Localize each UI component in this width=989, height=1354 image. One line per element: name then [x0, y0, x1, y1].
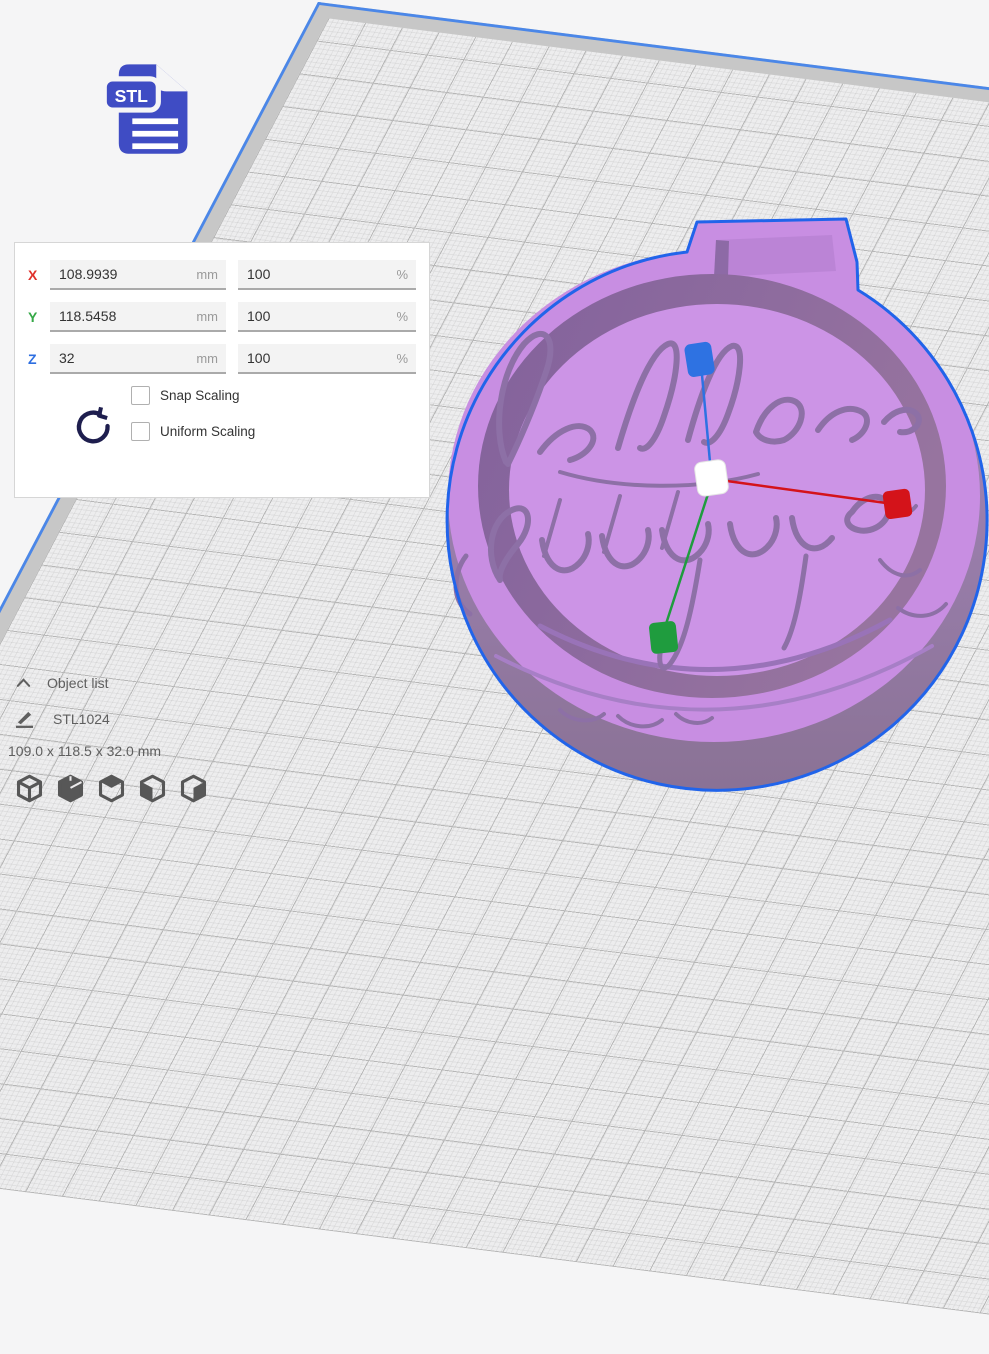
scale-options: Snap Scaling Uniform Scaling [15, 386, 429, 458]
z-size-unit: mm [196, 351, 218, 366]
file-badge-label: STL [115, 86, 149, 106]
x-size-unit: mm [196, 267, 218, 282]
object-dimensions: 109.0 x 118.5 x 32.0 mm [0, 743, 320, 759]
scale-row-z: Z mm % [15, 344, 429, 374]
y-percent-field[interactable]: % [238, 302, 416, 332]
snap-scaling-label: Snap Scaling [160, 388, 240, 403]
x-percent-input[interactable] [238, 266, 372, 282]
view-left-icon[interactable] [137, 773, 168, 804]
scale-row-x: X mm % [15, 260, 429, 290]
z-size-field[interactable]: mm [50, 344, 226, 374]
y-percent-input[interactable] [238, 308, 372, 324]
z-percent-field[interactable]: % [238, 344, 416, 374]
object-list-title: Object list [47, 675, 108, 691]
view-top-icon[interactable] [96, 773, 127, 804]
axis-x-label: X [28, 267, 50, 283]
view-front-icon[interactable] [55, 773, 86, 804]
uniform-scaling-label: Uniform Scaling [160, 424, 255, 439]
gizmo-x-handle[interactable] [882, 488, 913, 519]
rotate-ccw-arrowhead [99, 407, 107, 418]
z-size-input[interactable] [50, 350, 182, 366]
x-size-input[interactable] [50, 266, 182, 282]
snap-scaling-checkbox[interactable] [131, 386, 150, 405]
z-percent-input[interactable] [238, 350, 372, 366]
object-list-panel: Object list STL1024 109.0 x 118.5 x 32.0… [0, 672, 320, 804]
gizmo-center-handle[interactable] [694, 459, 729, 497]
scale-tool-panel: X mm % Y mm % Z mm % [14, 242, 430, 498]
scale-row-y: Y mm % [15, 302, 429, 332]
chevron-up-icon [16, 677, 31, 689]
object-item-name: STL1024 [53, 711, 110, 727]
view-3d-icon[interactable] [14, 773, 45, 804]
camera-view-buttons [0, 773, 320, 804]
view-right-icon[interactable] [178, 773, 209, 804]
model-tab-recess [714, 235, 836, 277]
stl-file-icon: STL [98, 56, 202, 160]
reset-scale-button[interactable] [71, 398, 117, 458]
axis-y-label: Y [28, 309, 50, 325]
y-size-input[interactable] [50, 308, 182, 324]
object-list-header[interactable]: Object list [0, 672, 320, 694]
y-percent-unit: % [396, 309, 408, 324]
axis-z-label: Z [28, 351, 50, 367]
x-percent-unit: % [396, 267, 408, 282]
object-list-item[interactable]: STL1024 [0, 708, 320, 730]
file-text-line [132, 118, 178, 124]
x-size-field[interactable]: mm [50, 260, 226, 290]
file-text-line [132, 143, 178, 149]
snap-scaling-row: Snap Scaling [131, 386, 255, 405]
gizmo-z-handle[interactable] [684, 341, 716, 378]
y-size-unit: mm [196, 309, 218, 324]
file-text-line [132, 131, 178, 137]
pencil-icon [14, 710, 35, 729]
model-tab-recess-wall [714, 240, 729, 277]
z-percent-unit: % [396, 351, 408, 366]
uniform-scaling-row: Uniform Scaling [131, 422, 255, 441]
x-percent-field[interactable]: % [238, 260, 416, 290]
uniform-scaling-checkbox[interactable] [131, 422, 150, 441]
y-size-field[interactable]: mm [50, 302, 226, 332]
gizmo-y-handle[interactable] [649, 621, 679, 655]
